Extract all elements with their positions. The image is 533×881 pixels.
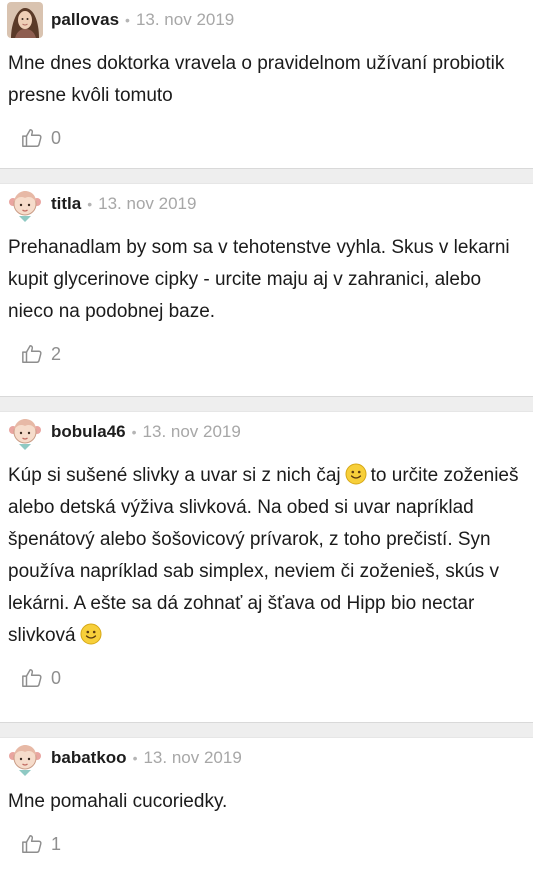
avatar[interactable] [7, 414, 43, 450]
comment-separator [0, 722, 533, 738]
comment-date: 13. nov 2019 [143, 748, 242, 767]
like-count: 1 [51, 833, 62, 854]
smiley-emoji-icon [80, 623, 102, 645]
comment-header: bobula46 • 13. nov 2019 [7, 412, 523, 452]
comment-header: babatkoo • 13. nov 2019 [7, 738, 523, 778]
like-button[interactable]: 2 [7, 334, 523, 374]
thumbs-up-icon [22, 835, 42, 853]
comment-text-part: Kúp si sušené slivky a uvar si z nich ča… [8, 465, 341, 486]
comment-text: Mne pomahali cucoriedky. [8, 791, 228, 812]
photo-avatar-icon [7, 2, 43, 38]
comment: pallovas • 13. nov 2019 Mne dnes doktork… [0, 0, 533, 168]
comment-text-part: to určite zoženieš alebo detská výživa s… [8, 465, 519, 646]
comment-date: 13. nov 2019 [142, 422, 241, 441]
username[interactable]: titla [51, 194, 81, 214]
thumbs-up-icon [22, 669, 42, 687]
cartoon-girl-avatar-icon [7, 414, 43, 450]
cartoon-girl-avatar-icon [7, 740, 43, 776]
username[interactable]: pallovas [51, 10, 119, 30]
comment: titla • 13. nov 2019 Prehanadlam by som … [0, 184, 533, 396]
meta-separator: • [125, 12, 130, 28]
avatar[interactable] [7, 2, 43, 38]
comment: babatkoo • 13. nov 2019 Mne pomahali cuc… [0, 738, 533, 878]
comment-header: pallovas • 13. nov 2019 [7, 0, 523, 40]
username[interactable]: babatkoo [51, 748, 127, 768]
cartoon-girl-avatar-icon [7, 186, 43, 222]
comment: bobula46 • 13. nov 2019 Kúp si sušené sl… [0, 412, 533, 722]
username[interactable]: bobula46 [51, 422, 126, 442]
like-count: 2 [51, 343, 62, 364]
avatar[interactable] [7, 186, 43, 222]
comment-text: Mne dnes doktorka vravela o pravidelnom … [8, 53, 505, 106]
like-count: 0 [51, 127, 62, 148]
meta-separator: • [131, 424, 137, 440]
comment-header: titla • 13. nov 2019 [7, 184, 523, 224]
comment-date: 13. nov 2019 [135, 10, 235, 29]
comment-text: Kúp si sušené slivky a uvar si z nich ča… [7, 460, 523, 652]
thumbs-up-icon [22, 129, 42, 147]
avatar[interactable] [7, 740, 43, 776]
like-button[interactable]: 0 [7, 118, 523, 158]
comment-text: Prehanadlam by som sa v tehotenstve vyhl… [8, 237, 510, 322]
comment-feed: pallovas • 13. nov 2019 Mne dnes doktork… [0, 0, 533, 878]
comment-date: 13. nov 2019 [98, 194, 197, 213]
meta-separator: • [132, 750, 138, 766]
like-button[interactable]: 1 [7, 824, 523, 864]
thumbs-up-icon [22, 345, 42, 363]
like-count: 0 [51, 667, 62, 688]
comment-separator [0, 396, 533, 412]
comment-separator [0, 168, 533, 184]
smiley-emoji-icon [345, 463, 367, 485]
like-button[interactable]: 0 [7, 658, 523, 698]
meta-separator: • [87, 196, 93, 212]
